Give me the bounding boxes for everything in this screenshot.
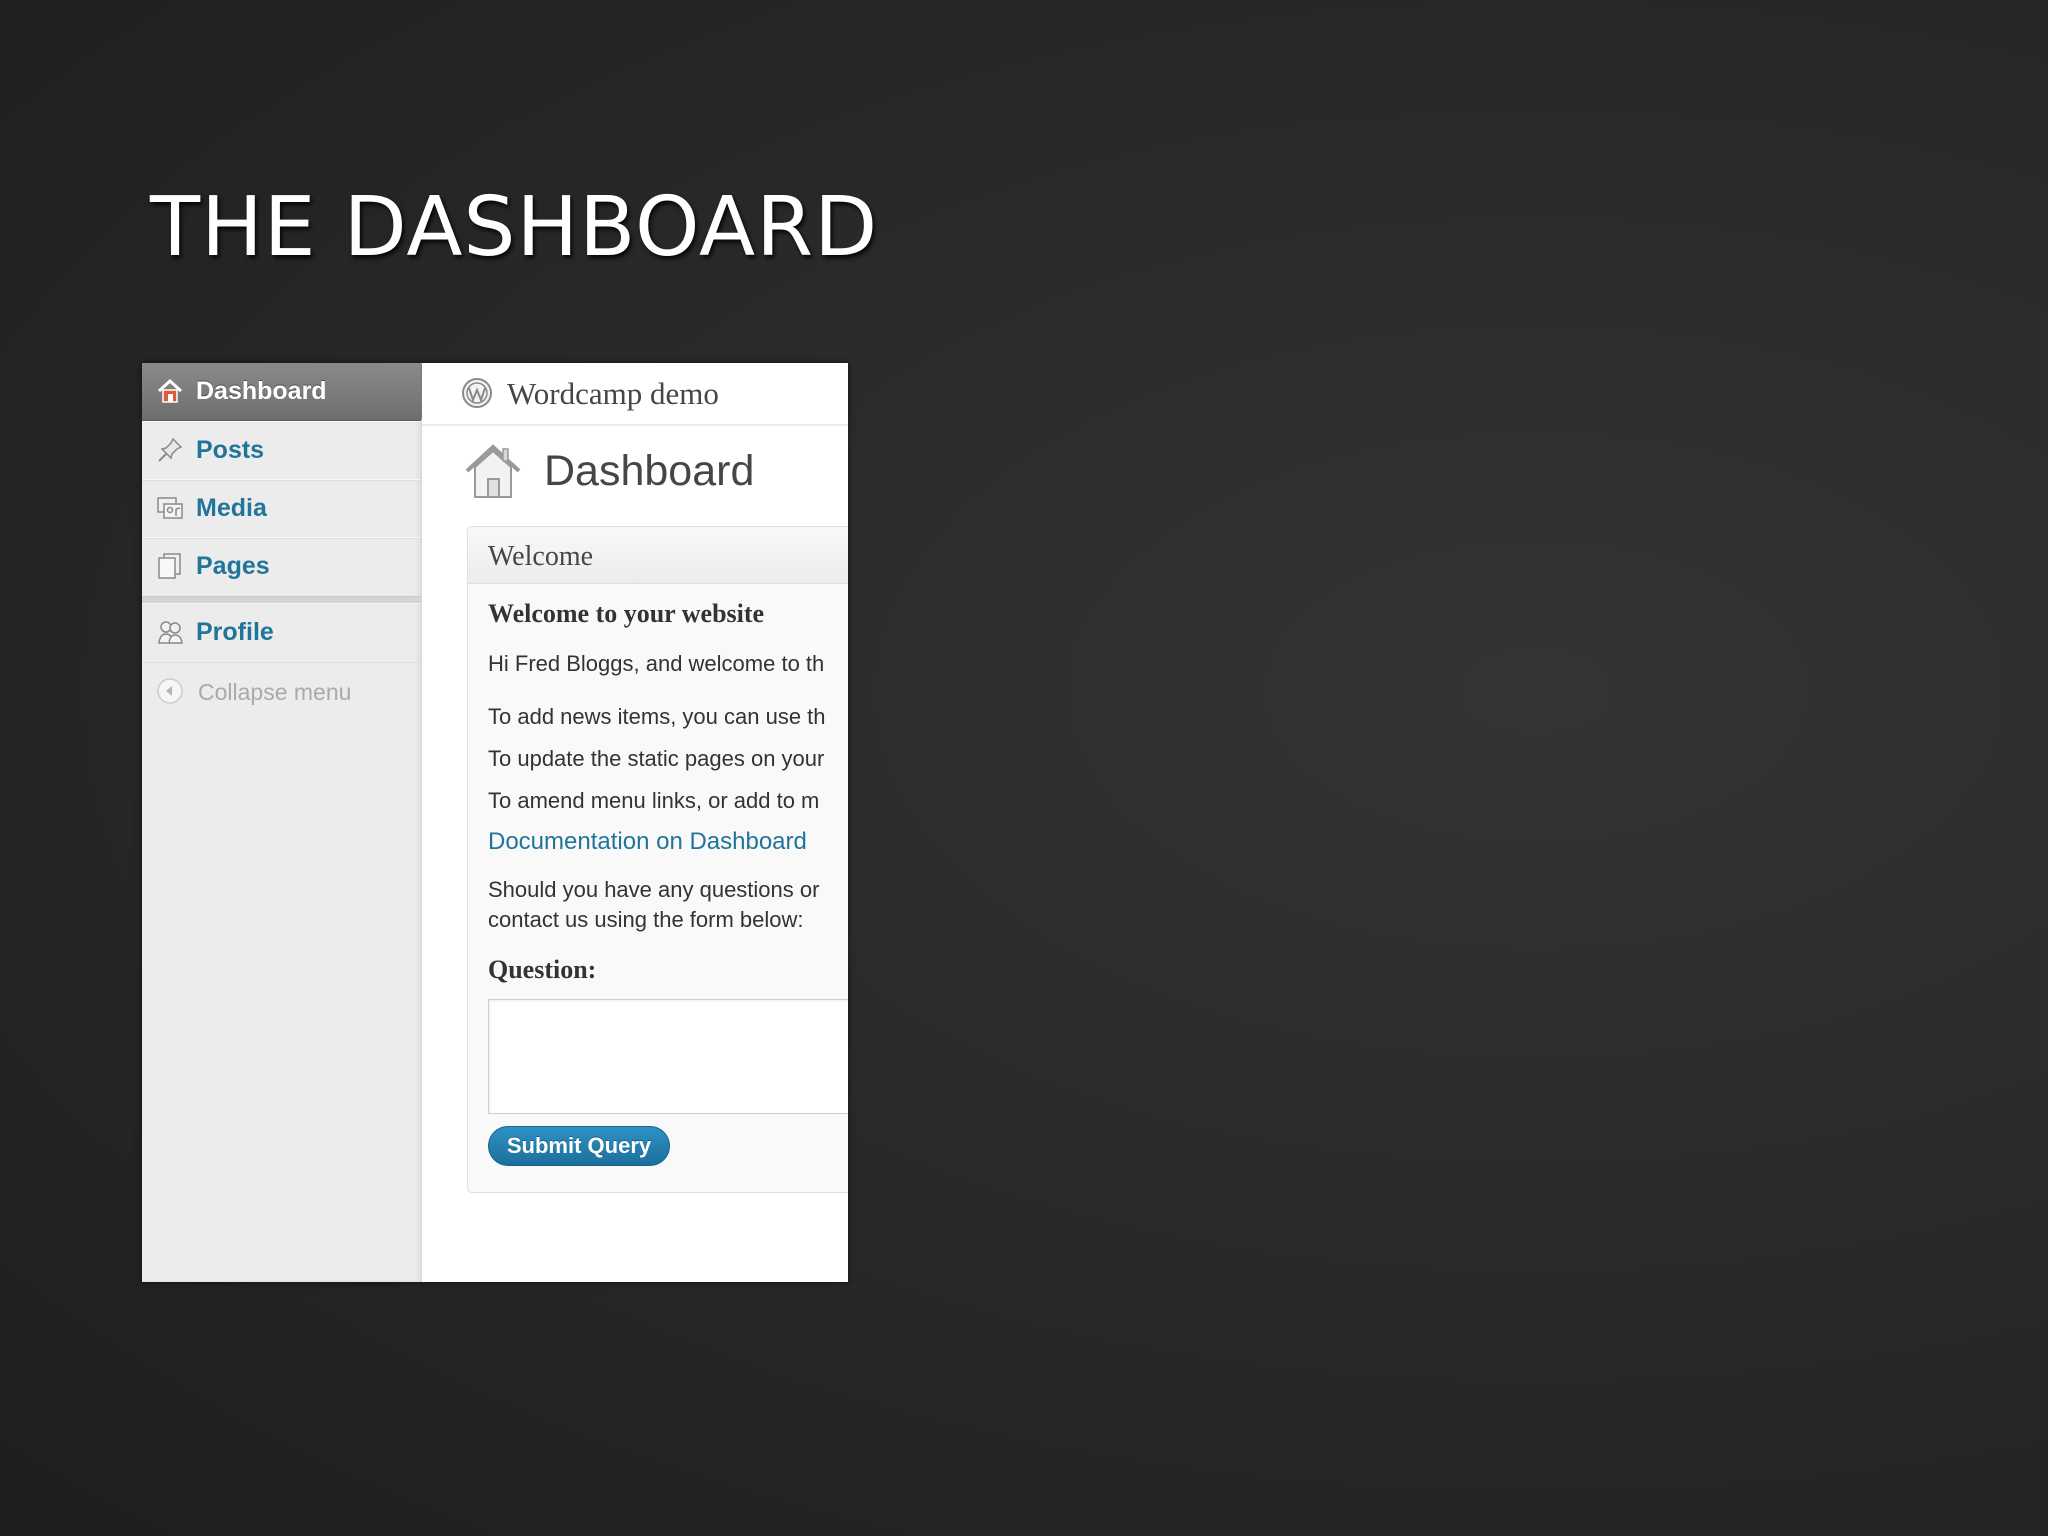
sidebar-item-media[interactable]: Media: [142, 479, 421, 539]
welcome-panel: Welcome Welcome to your website Hi Fred …: [467, 526, 848, 1193]
menu-separator: [142, 596, 421, 603]
wordpress-screenshot: Dashboard Posts Media Pages Profile Coll…: [142, 363, 848, 1282]
sidebar-item-dashboard[interactable]: Dashboard: [142, 363, 437, 421]
dashboard-house-icon: [463, 441, 523, 501]
questions-line-1: Should you have any questions or: [488, 877, 820, 902]
sidebar-item-label: Profile: [196, 618, 274, 646]
pages-icon: [156, 552, 184, 580]
welcome-greeting: Hi Fred Bloggs, and welcome to th: [488, 651, 825, 676]
sidebar-item-pages[interactable]: Pages: [142, 537, 421, 597]
collapse-menu[interactable]: Collapse menu: [142, 663, 421, 721]
welcome-panel-header[interactable]: Welcome: [468, 527, 848, 584]
welcome-panel-title: Welcome: [488, 541, 594, 572]
collapse-menu-label: Collapse menu: [198, 679, 352, 705]
page-title: Dashboard: [544, 447, 755, 495]
admin-sidebar: Dashboard Posts Media Pages Profile Coll…: [142, 363, 437, 1282]
site-name-link[interactable]: Wordcamp demo: [507, 373, 719, 415]
welcome-pages-line: To update the static pages on your: [488, 746, 825, 771]
sidebar-item-label: Pages: [196, 552, 270, 580]
sidebar-item-profile[interactable]: Profile: [142, 603, 421, 663]
home-icon: [156, 377, 184, 405]
welcome-menu-line: To amend menu links, or add to m: [488, 788, 820, 813]
question-input[interactable]: [488, 999, 848, 1114]
pin-icon: [156, 436, 184, 464]
sidebar-item-label: Dashboard: [196, 377, 327, 405]
sidebar-item-posts[interactable]: Posts: [142, 421, 421, 481]
sidebar-item-label: Media: [196, 494, 267, 522]
welcome-heading: Welcome to your website: [488, 599, 765, 628]
main-content: Wordcamp demo Dashboard Welcome Welcome …: [422, 363, 848, 1282]
sidebar-item-label: Posts: [196, 436, 265, 464]
users-icon: [156, 618, 184, 646]
media-icon: [156, 494, 184, 522]
wordpress-logo-icon[interactable]: [461, 377, 493, 409]
welcome-news-line: To add news items, you can use th: [488, 704, 826, 729]
collapse-arrow-icon: [156, 677, 184, 705]
slide-title: THE DASHBOARD: [150, 180, 879, 275]
questions-line-2: contact us using the form below:: [488, 907, 804, 932]
submit-query-button[interactable]: Submit Query: [488, 1126, 670, 1166]
documentation-link[interactable]: Documentation on Dashboard: [488, 826, 807, 858]
admin-header: Wordcamp demo: [422, 363, 848, 426]
question-label: Question:: [488, 955, 597, 984]
